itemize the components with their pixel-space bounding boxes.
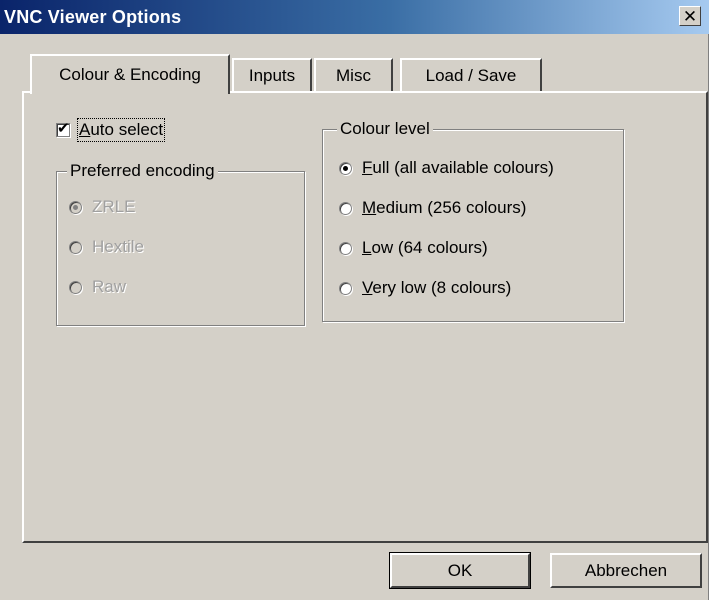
radio-label: Medium (256 colours) bbox=[362, 198, 527, 217]
radio-indicator bbox=[339, 201, 352, 215]
radio-indicator bbox=[69, 200, 82, 214]
cancel-button[interactable]: Abbrechen bbox=[550, 553, 702, 588]
radio-label: Hextile bbox=[92, 237, 144, 256]
close-icon: ✕ bbox=[682, 6, 698, 26]
tab-colour-encoding[interactable]: Colour & Encoding bbox=[30, 54, 230, 94]
tab-label: Load / Save bbox=[425, 66, 517, 85]
colour-radio-very-low[interactable]: Very low (8 colours) bbox=[339, 278, 511, 298]
ok-button[interactable]: OK bbox=[389, 552, 531, 589]
radio-label: Very low (8 colours) bbox=[362, 278, 512, 297]
encoding-radio-raw[interactable]: Raw bbox=[69, 277, 126, 297]
auto-select-checkbox[interactable]: ✔ Auto select bbox=[56, 118, 166, 142]
window-title: VNC Viewer Options bbox=[4, 7, 182, 27]
checkmark-icon: ✔ bbox=[57, 120, 70, 137]
preferred-encoding-legend: Preferred encoding bbox=[67, 161, 218, 181]
colour-radio-low[interactable]: Low (64 colours) bbox=[339, 238, 488, 258]
tab-load-save[interactable]: Load / Save bbox=[400, 58, 542, 92]
encoding-radio-zrle[interactable]: ZRLE bbox=[69, 197, 135, 217]
checkbox-box[interactable]: ✔ bbox=[56, 120, 70, 137]
close-button[interactable]: ✕ bbox=[679, 6, 701, 26]
tab-label: Inputs bbox=[248, 66, 296, 85]
auto-select-label: Auto select bbox=[76, 118, 166, 142]
tab-inputs[interactable]: Inputs bbox=[232, 58, 312, 92]
tab-label: Misc bbox=[336, 66, 371, 85]
tab-panel-colour-encoding: ✔ Auto select Preferred encoding ZRLE He… bbox=[22, 91, 708, 543]
radio-label: Low (64 colours) bbox=[362, 238, 488, 257]
radio-indicator bbox=[339, 241, 352, 255]
radio-label: ZRLE bbox=[92, 197, 136, 216]
radio-indicator bbox=[339, 281, 352, 295]
colour-level-legend: Colour level bbox=[337, 119, 433, 139]
vnc-options-dialog: VNC Viewer Options ✕ Colour & Encoding I… bbox=[0, 0, 709, 600]
colour-radio-medium[interactable]: Medium (256 colours) bbox=[339, 198, 526, 218]
radio-label: Raw bbox=[92, 277, 127, 296]
encoding-radio-hextile[interactable]: Hextile bbox=[69, 237, 144, 257]
tab-label: Colour & Encoding bbox=[59, 65, 201, 84]
radio-indicator bbox=[69, 280, 82, 294]
radio-indicator bbox=[69, 240, 82, 254]
radio-label: Full (all available colours) bbox=[362, 158, 554, 177]
preferred-encoding-group: Preferred encoding ZRLE Hextile Raw bbox=[56, 161, 305, 326]
colour-radio-full[interactable]: Full (all available colours) bbox=[339, 158, 554, 178]
title-bar[interactable]: VNC Viewer Options ✕ bbox=[0, 0, 709, 34]
colour-level-group: Colour level Full (all available colours… bbox=[322, 119, 624, 322]
radio-indicator bbox=[339, 161, 352, 175]
tab-misc[interactable]: Misc bbox=[314, 58, 393, 92]
